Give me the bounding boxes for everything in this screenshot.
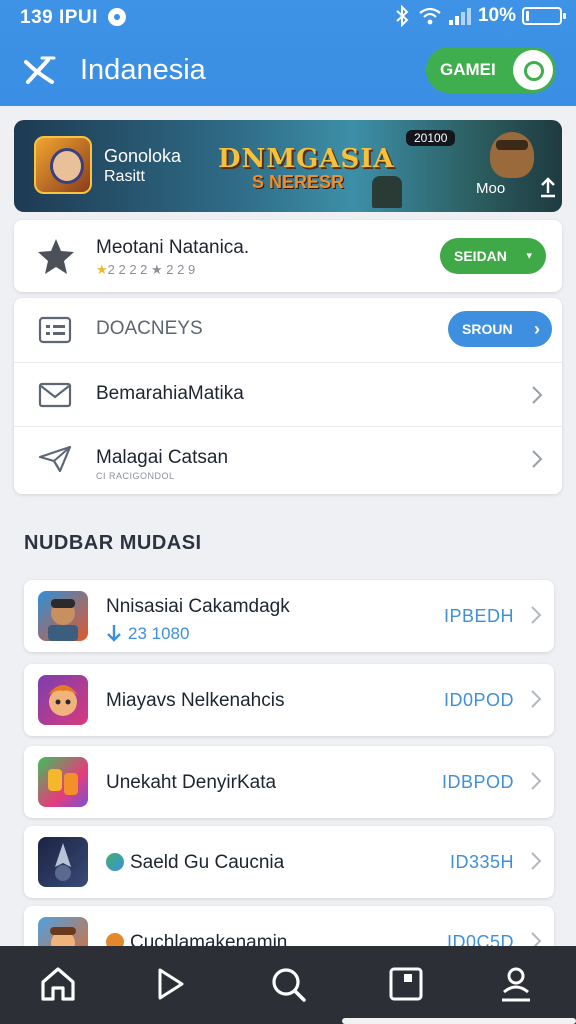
logo-icon[interactable] [22,52,58,88]
share-icon[interactable] [538,176,558,198]
game-badge: ID0POD [443,690,514,710]
section-heading: NUDBAR MUDASI [24,532,202,554]
globe-icon [106,853,124,871]
banner-headline: DNMGASIA [218,144,395,174]
rating-stars: ★2 2 2 2 ★ 2 2 9 [96,262,195,278]
chevron-right-icon [531,606,542,624]
profile-icon[interactable] [496,964,536,1004]
game-name: Miayavs Nelkenahcis [106,690,285,711]
rating-star-glyph: ★ [96,262,108,277]
menu-item-sublabel: CI RACIGONDOL [96,471,175,481]
seidan-button-label: SEIDAN [454,248,507,264]
battery-percent: 10% [477,5,516,26]
menu-row-header: DOACNEYS SROUN › [14,298,562,362]
menu-header-label: DOACNEYS [96,318,203,339]
game-meta: 23 1080 [106,624,189,644]
notification-dot-icon [108,8,126,26]
banner-tag: 20100 [406,130,456,146]
battery-icon [522,7,566,25]
banner-soldier-art [372,176,402,208]
bluetooth-icon [396,5,409,27]
chevron-right-icon [531,690,542,708]
wifi-icon [419,7,441,25]
game-toggle-label: GAMEI [440,60,496,79]
game-badge: IDBPOD [441,772,514,792]
banner-title: Gonoloka [104,146,182,166]
game-list-item[interactable]: Unekaht DenyirKata IDBPOD [24,746,554,818]
rating-stars-text: 2 2 2 2 ★ 2 2 9 [107,262,196,277]
sroun-button[interactable]: SROUN › [448,311,552,347]
game-mode-toggle[interactable]: GAMEI [426,47,556,93]
rating-title: Meotani Natanica. [96,237,250,258]
promo-banner[interactable]: Gonoloka Rasitt DNMGASIA S NERESR 20100 … [14,120,562,212]
home-icon[interactable] [38,964,78,1004]
menu-item-messages[interactable]: BemarahiaMatika [14,362,562,426]
library-icon[interactable] [386,964,426,1004]
chevron-right-icon: › [534,319,540,339]
play-icon[interactable] [150,964,190,1004]
banner-game-icon [34,136,92,194]
banner-badge: Moo [476,180,506,197]
game-meta-value: 23 1080 [128,624,190,643]
page-title: Indanesia [80,54,206,86]
chevron-right-icon [531,852,542,870]
game-badge: ID335H [449,852,514,872]
game-list-item[interactable]: Miayavs Nelkenahcis ID0POD [24,664,554,736]
game-thumbnail [38,757,88,807]
toggle-knob-icon [513,50,553,90]
menu-item-label: BemarahiaMatika [96,383,244,404]
menu-item-send[interactable]: Malagai Catsan CI RACIGONDOL [14,426,562,494]
list-icon [38,316,72,344]
download-count-icon [107,625,121,642]
game-list-item[interactable]: Saeld Gu Caucnia ID335H [24,826,554,898]
game-name: Unekaht DenyirKata [106,772,277,793]
game-badge: IPBEDH [443,606,514,626]
mail-icon [38,382,72,408]
chevron-right-icon [531,772,542,790]
search-icon[interactable] [268,964,308,1004]
game-thumbnail [38,591,88,641]
status-time: 139 IPUI [20,7,98,28]
battery-level [526,11,529,21]
chevron-down-icon: ▾ [526,250,532,262]
chevron-right-icon [532,450,543,468]
rating-card[interactable]: Meotani Natanica. ★2 2 2 2 ★ 2 2 9 SEIDA… [14,220,562,292]
home-indicator[interactable] [342,1018,576,1024]
status-bar: 139 IPUI 10% [0,0,576,34]
send-icon [38,445,72,473]
banner-subtitle: Rasitt [104,168,145,185]
banner-hero-art [490,132,534,178]
sroun-button-label: SROUN [462,321,513,337]
chevron-right-icon [532,386,543,404]
game-name-text: Saeld Gu Caucnia [130,852,285,873]
menu-card: DOACNEYS SROUN › BemarahiaMatika Malagai… [14,298,562,494]
seidan-button[interactable]: SEIDAN ▾ [440,238,546,274]
game-name: Saeld Gu Caucnia [106,852,284,874]
menu-item-label: Malagai Catsan [96,447,229,468]
game-thumbnail [38,675,88,725]
game-list-item[interactable]: Nnisasiai Cakamdagk 23 1080 IPBEDH [24,580,554,652]
bottom-navigation [0,946,576,1024]
star-icon [38,239,74,274]
app-header: 139 IPUI 10% Indanesia GAMEI [0,0,576,106]
status-icons: 10% [392,5,566,27]
game-thumbnail [38,837,88,887]
banner-tagline: S NERESR [252,172,345,192]
game-name: Nnisasiai Cakamdagk [106,596,290,617]
signal-icon [448,8,471,25]
